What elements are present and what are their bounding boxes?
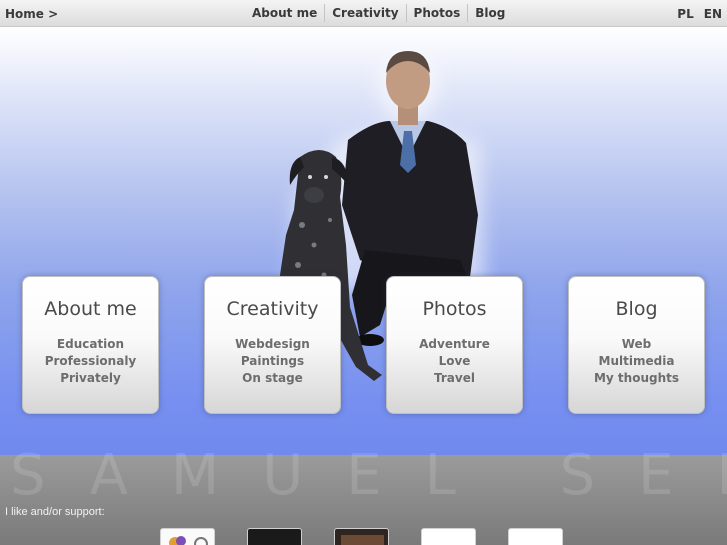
card-link[interactable]: Professionaly [23,353,158,370]
footer: SAMUEL SEN I like and/or support: [0,443,727,545]
card-title[interactable]: Blog [569,298,704,320]
name-watermark: SAMUEL SEN [10,443,727,508]
breadcrumb[interactable]: Home > [5,7,58,21]
language-switcher: PL EN [677,7,722,21]
photo-logo-icon [341,535,384,545]
card-photos: Photos Adventure Love Travel [386,276,523,414]
card-blog: Blog Web Multimedia My thoughts [568,276,705,414]
card-creativity: Creativity Webdesign Paintings On stage [204,276,341,414]
nav-photos[interactable]: Photos [407,4,469,22]
card-title[interactable]: About me [23,298,158,320]
colorful-logo-icon [169,536,208,545]
card-link[interactable]: Multimedia [569,353,704,370]
hero-section: About me Education Professionaly Private… [0,27,727,455]
main-nav: About me Creativity Photos Blog [245,4,512,22]
supported-logo-5[interactable] [508,528,563,545]
supported-logo-4[interactable] [421,528,476,545]
nav-blog[interactable]: Blog [468,4,512,22]
card-link[interactable]: Adventure [387,336,522,353]
support-label: I like and/or support: [5,506,105,518]
nav-about-me[interactable]: About me [245,4,326,22]
card-link[interactable]: Paintings [205,353,340,370]
supported-logo-1[interactable] [160,528,215,545]
supported-logo-2[interactable] [247,528,302,545]
card-link[interactable]: Privately [23,370,158,387]
card-about-me: About me Education Professionaly Private… [22,276,159,414]
card-link[interactable]: My thoughts [569,370,704,387]
card-link[interactable]: Love [387,353,522,370]
nav-creativity[interactable]: Creativity [325,4,407,22]
lang-en[interactable]: EN [704,7,722,21]
card-link[interactable]: On stage [205,370,340,387]
card-link[interactable]: Travel [387,370,522,387]
card-title[interactable]: Photos [387,298,522,320]
supported-logo-3[interactable] [334,528,389,545]
card-link[interactable]: Web [569,336,704,353]
lang-pl[interactable]: PL [677,7,693,21]
card-link[interactable]: Education [23,336,158,353]
card-link[interactable]: Webdesign [205,336,340,353]
top-bar: Home > About me Creativity Photos Blog P… [0,0,727,27]
card-title[interactable]: Creativity [205,298,340,320]
